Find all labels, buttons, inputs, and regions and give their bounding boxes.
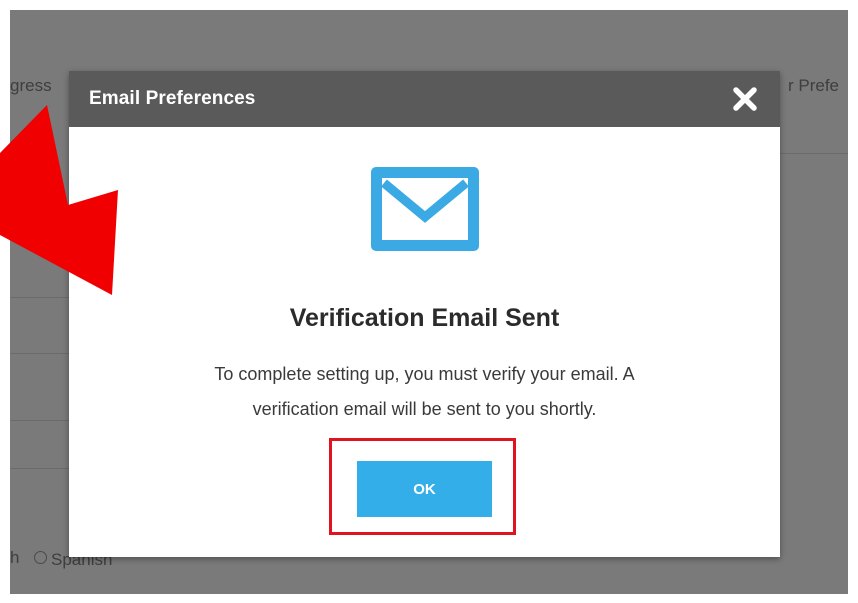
dialog-heading: Verification Email Sent	[289, 304, 560, 332]
annotation-arrow-icon	[0, 105, 118, 295]
background-tab-fragment-right: r Prefe	[788, 76, 840, 95]
modal-header: Email Preferences	[69, 71, 780, 127]
background-divider	[10, 353, 70, 354]
close-icon	[733, 87, 757, 111]
spanish-radio[interactable]	[34, 551, 47, 564]
background-tab-fragment: gress	[10, 76, 52, 95]
background-language-label: h	[10, 548, 20, 567]
ok-button[interactable]: OK	[357, 461, 492, 517]
background-divider	[10, 420, 70, 421]
background-divider	[10, 468, 70, 469]
email-preferences-modal: Email Preferences Verification Email Sen…	[69, 71, 780, 557]
dialog-message: To complete setting up, you must verify …	[214, 364, 635, 419]
close-button[interactable]	[729, 83, 761, 115]
background-divider	[780, 153, 848, 154]
envelope-icon	[371, 167, 479, 251]
